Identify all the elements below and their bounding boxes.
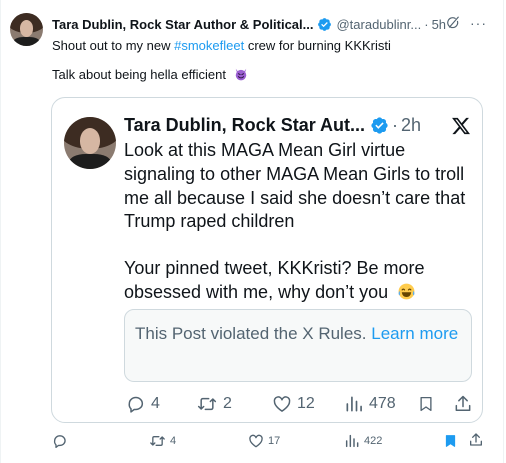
retweet-count: 4 [170,435,177,447]
reply-button[interactable] [52,433,72,449]
quoted-text-line-3: me all because I said she doesn’t care t… [124,188,466,208]
quoted-reply-count: 4 [151,395,160,412]
verified-badge-icon[interactable] [317,17,332,32]
reply-icon [53,435,66,448]
notice-text: This Post violated the X Rules. [135,324,367,343]
smiling-devil-emoji [235,68,246,81]
tears-of-joy-emoji [398,283,415,300]
bookmark-icon [445,435,456,447]
share-icon [455,395,471,411]
author-name[interactable]: Tara Dublin, Rock Star Author & Politica… [52,17,313,32]
quoted-text-line-5: Your pinned tweet, KKKristi? Be more [124,258,425,278]
like-icon [249,434,263,448]
quoted-reply-button[interactable]: 4 [126,394,160,414]
bookmark-icon [420,396,432,412]
tweet-text-line-1: Shout out to my new #smokefleet crew for… [52,38,391,53]
reply-icon [128,396,144,413]
quoted-retweet-count: 2 [223,395,232,412]
separator-dot: · [424,16,429,32]
retweet-icon [150,436,165,446]
author-avatar[interactable] [10,13,43,46]
x-logo-icon[interactable] [451,116,471,136]
quoted-author-name[interactable]: Tara Dublin, Rock Star Aut... [124,115,365,136]
quoted-view-count: 478 [369,395,396,412]
bookmark-button[interactable] [443,433,458,449]
author-handle[interactable]: @taradublinr... [336,17,421,32]
violation-notice: This Post violated the X Rules. Learn mo… [124,309,472,382]
quoted-timestamp[interactable]: 2h [401,115,421,136]
timeline-left-border [0,0,1,463]
timestamp[interactable]: 5h [432,17,446,32]
like-icon [273,396,291,412]
quoted-like-count: 12 [297,395,315,412]
more-icon[interactable]: ··· [470,16,487,30]
retweet-button[interactable]: 4 [149,433,176,449]
like-button[interactable]: 17 [248,433,280,449]
learn-more-link[interactable]: Learn more [371,324,458,343]
quoted-text-line-6: obsessed with me, why don’t you [124,282,416,303]
quoted-views-button[interactable]: 478 [344,394,396,414]
quoted-retweet-button[interactable]: 2 [196,394,232,414]
timeline-right-border [503,0,504,463]
quoted-text-line-1: Look at this MAGA Mean Girl virtue [124,140,406,160]
quoted-text-line-2: signaling to other MAGA Mean Girls to tr… [124,164,465,184]
separator-dot: · [392,114,399,135]
quoted-like-button[interactable]: 12 [272,394,315,414]
tweet-header: Tara Dublin, Rock Star Author & Politica… [52,15,446,33]
hashtag-link[interactable]: #smokefleet [174,38,244,53]
quoted-share-button[interactable] [453,394,473,414]
quoted-text-line-4: Trump raped children [124,211,295,231]
views-button[interactable]: 422 [344,433,382,449]
view-count: 422 [364,435,383,447]
quoted-tweet-header: Tara Dublin, Rock Star Aut... · 2h [124,113,421,137]
share-button[interactable] [468,432,484,448]
grok-icon[interactable] [446,16,460,30]
views-icon [345,434,359,448]
share-icon [470,433,482,446]
retweet-icon [197,397,217,411]
tweet-text-line-2: Talk about being hella efficient [52,67,248,82]
verified-badge-icon[interactable] [370,116,389,135]
like-count: 17 [268,435,281,447]
quoted-bookmark-button[interactable] [417,394,435,414]
quoted-author-avatar[interactable] [64,117,116,169]
views-icon [346,396,362,412]
